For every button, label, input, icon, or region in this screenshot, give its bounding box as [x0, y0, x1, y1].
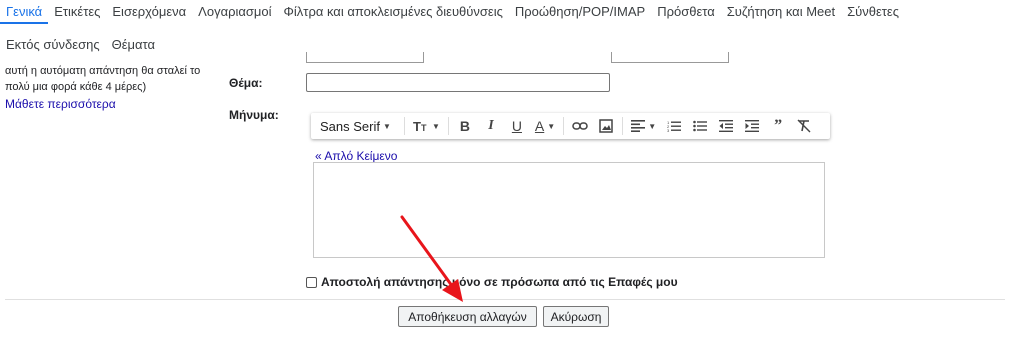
bold-icon[interactable]: B [452, 115, 478, 137]
subject-input[interactable] [306, 73, 610, 92]
svg-text:T: T [421, 123, 427, 133]
remove-formatting-icon[interactable] [791, 115, 817, 137]
tab-inbox[interactable]: Εισερχόμενα [106, 0, 192, 24]
quote-icon[interactable]: ” [765, 115, 791, 137]
chevron-down-icon: ▼ [432, 121, 440, 131]
message-body-editor[interactable] [313, 162, 825, 258]
chevron-down-icon: ▼ [382, 121, 391, 131]
indent-less-icon[interactable] [713, 115, 739, 137]
tab-offline[interactable]: Εκτός σύνδεσης [0, 33, 106, 57]
svg-text:3: 3 [667, 128, 670, 132]
settings-tabs-secondary: Εκτός σύνδεσης Θέματα [0, 34, 161, 56]
font-family-label: Sans Serif [320, 118, 380, 134]
auto-reply-note: αυτή η αυτόματη απάντηση θα σταλεί το πο… [5, 65, 201, 93]
tab-chat-meet[interactable]: Συζήτηση και Meet [721, 0, 841, 24]
toolbar-divider [563, 117, 565, 135]
tab-addons[interactable]: Πρόσθετα [651, 0, 721, 24]
image-icon[interactable] [593, 115, 619, 137]
date-input-partial[interactable] [306, 52, 424, 63]
chevron-down-icon: ▼ [648, 121, 657, 131]
cancel-button[interactable]: Ακύρωση [543, 306, 609, 327]
footer-divider [5, 299, 1005, 300]
underline-icon[interactable]: U [504, 115, 530, 137]
contacts-only-label: Αποστολή απάντησης μόνο σε πρόσωπα από τ… [321, 275, 678, 289]
numbered-list-icon[interactable]: 123 [661, 115, 687, 137]
date-input-partial-2[interactable] [611, 52, 729, 63]
toolbar-divider [404, 117, 405, 135]
toolbar-divider [447, 117, 449, 135]
bulleted-list-icon[interactable] [687, 115, 713, 137]
svg-text:T: T [413, 119, 421, 133]
tab-advanced[interactable]: Σύνθετες [841, 0, 905, 24]
tab-accounts[interactable]: Λογαριασμοί [192, 0, 277, 24]
font-family-dropdown[interactable]: Sans Serif ▼ [315, 115, 401, 137]
toolbar-divider [622, 117, 624, 135]
indent-more-icon[interactable] [739, 115, 765, 137]
contacts-only-checkbox[interactable] [306, 276, 317, 288]
text-size-icon[interactable]: TT ▼ [408, 115, 445, 137]
italic-icon[interactable]: I [478, 115, 504, 137]
subject-label: Θέμα: [229, 76, 263, 90]
learn-more-link[interactable]: Μάθετε περισσότερα [5, 97, 116, 111]
tab-forwarding[interactable]: Προώθηση/POP/IMAP [509, 0, 651, 24]
formatting-toolbar: Sans Serif ▼ TT ▼ B I U A ▼ ▼ 123 ” [311, 113, 830, 139]
tab-general[interactable]: Γενικά [0, 0, 49, 24]
text-color-icon[interactable]: A ▼ [530, 115, 560, 137]
link-icon[interactable] [567, 115, 593, 137]
message-label: Μήνυμα: [229, 108, 279, 122]
contacts-only-row: Αποστολή απάντησης μόνο σε πρόσωπα από τ… [306, 275, 678, 289]
align-icon[interactable]: ▼ [626, 115, 661, 137]
chevron-down-icon: ▼ [547, 121, 556, 131]
tab-labels[interactable]: Ετικέτες [48, 0, 106, 24]
settings-tabs: Γενικά Ετικέτες Εισερχόμενα Λογαριασμοί … [0, 0, 905, 24]
tab-filters[interactable]: Φίλτρα και αποκλεισμένες διευθύνσεις [278, 0, 509, 24]
save-changes-button[interactable]: Αποθήκευση αλλαγών [398, 306, 537, 327]
tab-themes[interactable]: Θέματα [106, 33, 161, 57]
plain-text-link[interactable]: « Απλό Κείμενο [315, 149, 397, 163]
